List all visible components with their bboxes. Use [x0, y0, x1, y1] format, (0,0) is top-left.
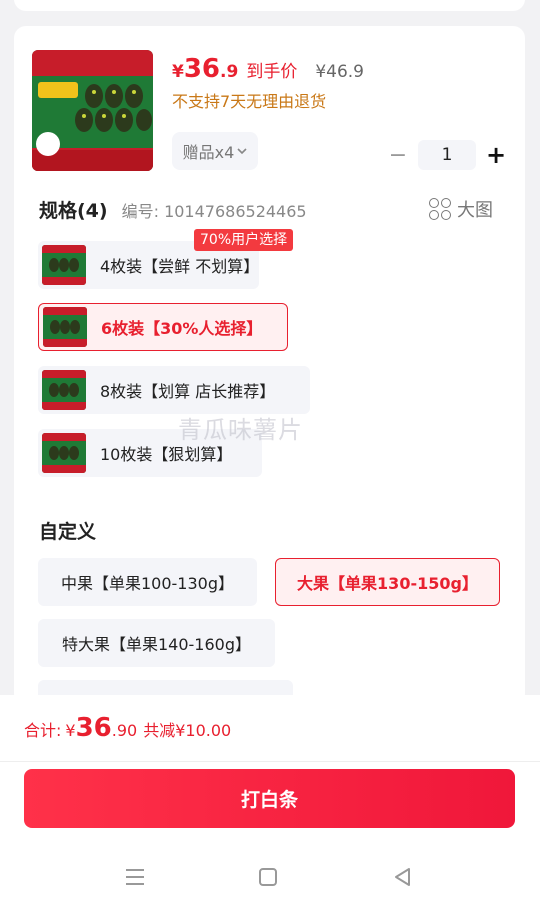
total-label: 合计:	[24, 721, 62, 740]
menu-icon[interactable]	[120, 857, 150, 897]
system-nav-bar	[0, 857, 540, 897]
spec-header: 规格(4) 编号: 10147686524465	[39, 196, 307, 223]
total-integer: 36	[75, 713, 112, 743]
price-decimal: .9	[220, 62, 239, 82]
chevron-down-icon	[237, 144, 247, 158]
price-row: ¥ 36 .9 到手价 ¥46.9	[172, 54, 364, 84]
big-image-label: 大图	[457, 200, 493, 221]
size-chip-large[interactable]: 大果【单果130-150g】	[275, 558, 500, 606]
price-tag: 到手价	[246, 62, 298, 82]
gift-label: 赠品x4	[182, 143, 235, 162]
spec-option-label: 6枚装【30%人选择】	[101, 319, 263, 338]
price-currency: ¥	[172, 62, 184, 82]
avocado-thumb-icon	[42, 370, 86, 410]
return-policy: 不支持7天无理由退货	[172, 92, 327, 111]
custom-title: 自定义	[39, 521, 97, 543]
avocado-thumb-icon	[42, 433, 86, 473]
total-decimal: .90	[111, 721, 138, 740]
avocado-thumb-icon	[43, 307, 87, 347]
plus-button[interactable]: +	[484, 141, 508, 169]
back-icon[interactable]	[387, 857, 417, 897]
avocado-box-image	[32, 50, 153, 171]
spec-option-8[interactable]: 8枚装【划算 店长推荐】	[38, 366, 310, 414]
spec-option-6[interactable]: 6枚装【30%人选择】	[38, 303, 288, 351]
original-price: ¥46.9	[315, 62, 364, 82]
price-integer: 36	[183, 54, 221, 84]
checkout-footer: 合计: ¥ 36 .90 共减¥10.00 打白条	[0, 695, 540, 912]
size-chip-xlarge[interactable]: 特大果【单果140-160g】	[38, 619, 275, 667]
home-icon[interactable]	[253, 857, 283, 897]
sku-panel: ¥ 36 .9 到手价 ¥46.9 不支持7天无理由退货 赠品x4 − 1 + …	[14, 26, 525, 706]
quantity-input[interactable]: 1	[418, 140, 476, 170]
divider	[0, 761, 540, 762]
minus-button[interactable]: −	[386, 143, 410, 168]
grid-icon	[429, 198, 451, 220]
total-row: 合计: ¥ 36 .90 共减¥10.00	[24, 713, 231, 743]
big-image-button[interactable]: 大图	[429, 196, 493, 222]
size-chip-medium[interactable]: 中果【单果100-130g】	[38, 558, 257, 606]
quantity-stepper: − 1 +	[386, 140, 508, 170]
gift-button[interactable]: 赠品x4	[172, 132, 258, 170]
previous-card	[14, 0, 525, 11]
spec-title: 规格(4)	[39, 200, 108, 222]
pay-button[interactable]: 打白条	[24, 769, 515, 828]
spec-option-label: 8枚装【划算 店长推荐】	[100, 382, 276, 401]
watermark: 青瓜味薯片	[178, 416, 303, 444]
popular-badge: 70%用户选择	[194, 229, 294, 251]
product-image[interactable]	[32, 50, 153, 171]
total-currency: ¥	[65, 721, 76, 740]
product-code: 编号: 10147686524465	[121, 202, 307, 221]
discount-text: 共减¥10.00	[143, 721, 232, 740]
